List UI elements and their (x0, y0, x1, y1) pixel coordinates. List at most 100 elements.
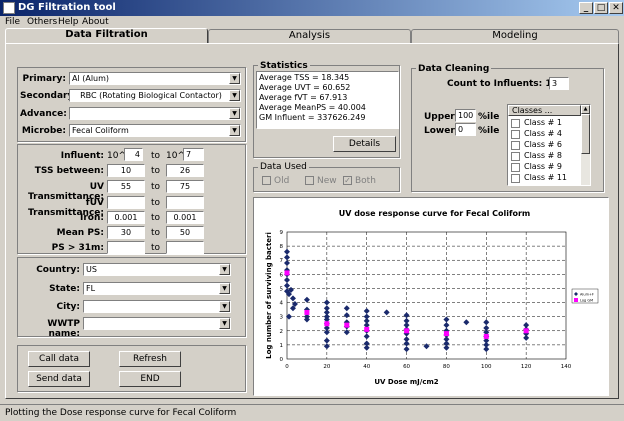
chevron-down-icon[interactable]: ▼ (229, 108, 240, 119)
meanps-from-input[interactable]: 30 (107, 226, 145, 239)
scroll-thumb[interactable] (581, 114, 590, 154)
chevron-down-icon[interactable]: ▼ (219, 301, 230, 312)
ps-from-input[interactable] (107, 241, 145, 254)
fuv-to-label: to (151, 198, 161, 208)
class-checkbox[interactable] (511, 141, 520, 150)
iron-label: Iron: (80, 213, 104, 223)
chevron-down-icon[interactable]: ▼ (219, 283, 230, 294)
wwtp-select[interactable]: ▼ (83, 317, 231, 330)
class-checkbox[interactable] (511, 130, 520, 139)
country-select[interactable]: US ▼ (83, 263, 231, 276)
data-point-log-gm (284, 270, 290, 276)
y-tick-label: 3 (280, 315, 284, 321)
maximize-button[interactable]: □ (594, 2, 608, 14)
old-checkbox[interactable] (262, 176, 271, 185)
state-value: FL (86, 284, 96, 293)
menu-about[interactable]: About (82, 17, 109, 27)
y-tick-label: 8 (280, 244, 284, 250)
x-tick-label: 40 (363, 364, 370, 370)
class-label: Class # 4 (524, 129, 562, 138)
tab-analysis[interactable]: Analysis (208, 29, 411, 43)
class-checkbox[interactable] (511, 119, 520, 128)
tab-modeling[interactable]: Modeling (411, 29, 619, 43)
x-tick-label: 120 (521, 364, 532, 370)
menu-others[interactable]: Others (27, 17, 57, 27)
y-tick-label: 5 (280, 286, 284, 292)
both-checkbox[interactable]: ✓ (343, 176, 352, 185)
class-label: Class # 9 (524, 162, 562, 171)
details-button[interactable]: Details (333, 136, 396, 152)
uv-from-input[interactable]: 55 (107, 180, 145, 193)
status-text: Plotting the Dose response curve for Fec… (5, 408, 237, 418)
class-checkbox[interactable] (511, 152, 520, 161)
minimize-button[interactable]: _ (579, 2, 593, 14)
ps-label: PS > 31m: (51, 243, 104, 253)
data-point-log-gm (523, 328, 529, 334)
stat-line: Average fVT = 67.913 (259, 93, 348, 102)
fuv-to-input[interactable] (166, 196, 204, 209)
close-button[interactable]: ✕ (609, 2, 623, 14)
x-tick-label: 0 (285, 364, 289, 370)
dose-response-chart: UV dose response curve for Fecal Colifor… (265, 209, 599, 386)
advance-select[interactable]: ▼ (69, 107, 241, 120)
ps-to-input[interactable] (166, 241, 204, 254)
influent-to-label: to (151, 151, 161, 161)
menu-file[interactable]: File (5, 17, 20, 27)
tab-data-filtration[interactable]: Data Filtration (5, 28, 208, 44)
statistics-box: Average TSS = 18.345 Average UVT = 60.65… (256, 71, 399, 129)
class-label: Class # 6 (524, 140, 562, 149)
y-tick-label: 7 (280, 258, 284, 264)
classes-scrollbar[interactable]: ▲ (581, 105, 590, 185)
lower-unit: %ile (478, 126, 500, 136)
meanps-to-input[interactable]: 50 (166, 226, 204, 239)
lower-input[interactable]: 0 (455, 123, 476, 136)
x-axis-label: UV Dose mJ/cm2 (374, 378, 438, 386)
state-label: State: (49, 284, 80, 294)
city-select[interactable]: ▼ (83, 300, 231, 313)
stat-line: GM Influent = 337626.249 (259, 113, 366, 122)
classes-header[interactable]: Classes ... (508, 105, 581, 116)
chevron-down-icon[interactable]: ▼ (219, 318, 230, 329)
fuv-from-input[interactable] (107, 196, 145, 209)
uv-to-input[interactable]: 75 (166, 180, 204, 193)
country-value: US (86, 265, 97, 274)
state-select[interactable]: FL ▼ (83, 282, 231, 295)
primary-select[interactable]: Al (Alum) ▼ (69, 72, 241, 85)
ps-to-label: to (151, 243, 161, 253)
menu-help[interactable]: Help (58, 17, 79, 27)
refresh-button[interactable]: Refresh (119, 351, 181, 367)
stat-line: Average MeanPS = 40.004 (259, 103, 366, 112)
legend-label: Alum+F (580, 293, 594, 297)
iron-from-input[interactable]: 0.001 (107, 211, 145, 224)
class-checkbox[interactable] (511, 163, 520, 172)
microbe-select[interactable]: Fecal Coliform ▼ (69, 124, 241, 137)
send-data-button[interactable]: Send data (28, 371, 90, 387)
y-tick-label: 9 (280, 230, 284, 236)
chart-title: UV dose response curve for Fecal Colifor… (339, 209, 531, 218)
end-button[interactable]: END (119, 371, 181, 387)
chevron-down-icon[interactable]: ▼ (229, 90, 240, 101)
y-tick-label: 1 (280, 343, 284, 349)
class-label: Class # 1 (524, 118, 562, 127)
chevron-down-icon[interactable]: ▼ (229, 73, 240, 84)
chevron-down-icon[interactable]: ▼ (229, 125, 240, 136)
new-checkbox[interactable] (305, 176, 314, 185)
scroll-up-icon[interactable]: ▲ (581, 105, 590, 114)
data-point-log-gm (324, 321, 330, 327)
influent-from-input[interactable]: 4 (124, 148, 143, 161)
city-label: City: (56, 302, 80, 312)
tss-to-input[interactable]: 26 (166, 164, 204, 177)
secondary-select[interactable]: RBC (Rotating Biological Contactor) ▼ (69, 89, 241, 102)
upper-label: Upper: (424, 112, 459, 122)
class-checkbox[interactable] (511, 174, 520, 183)
tss-from-input[interactable]: 10 (107, 164, 145, 177)
influent-to-input[interactable]: 7 (183, 148, 204, 161)
iron-to-input[interactable]: 0.001 (166, 211, 204, 224)
data-point-log-gm (443, 331, 449, 337)
count-input[interactable]: 3 (549, 77, 569, 90)
old-label: Old (274, 176, 290, 186)
call-data-button[interactable]: Call data (28, 351, 90, 367)
classes-list[interactable]: Classes ... ▲ Class # 1 Class # 4 Class … (507, 104, 591, 186)
chevron-down-icon[interactable]: ▼ (219, 264, 230, 275)
upper-input[interactable]: 100 (455, 109, 476, 122)
